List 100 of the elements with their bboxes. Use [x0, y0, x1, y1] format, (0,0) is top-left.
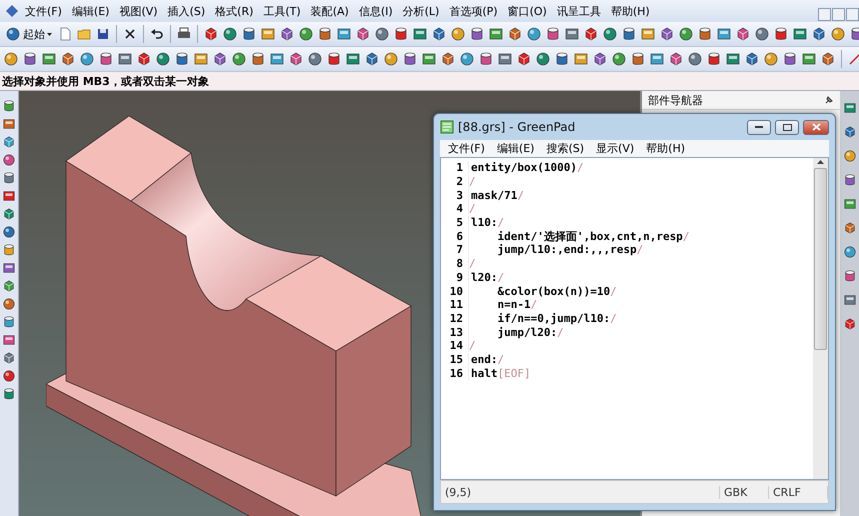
sheet-icon[interactable]: [2, 117, 16, 131]
cube-icon[interactable]: [744, 51, 760, 67]
cube-icon[interactable]: [842, 317, 856, 331]
sphere-icon[interactable]: [307, 51, 323, 67]
menu-item[interactable]: 搜索(S): [540, 141, 590, 156]
cube-icon[interactable]: [203, 26, 219, 42]
sheet-icon[interactable]: [193, 51, 209, 67]
sheet-icon[interactable]: [41, 51, 57, 67]
cube-icon[interactable]: [60, 51, 76, 67]
cube-icon[interactable]: [735, 26, 751, 42]
sheet-icon[interactable]: [801, 51, 817, 67]
sphere-icon[interactable]: [155, 51, 171, 67]
cube-icon[interactable]: [842, 125, 856, 139]
cylinder-icon[interactable]: [554, 51, 570, 67]
cylinder-icon[interactable]: [317, 26, 333, 42]
cube-icon[interactable]: [2, 207, 16, 221]
sheet-icon[interactable]: [842, 197, 856, 211]
menu-item[interactable]: 帮助(H): [640, 141, 692, 156]
cube-icon[interactable]: [2, 279, 16, 293]
sphere-icon[interactable]: [3, 51, 19, 67]
menu-item[interactable]: 格式(R): [210, 4, 258, 18]
sheet-icon[interactable]: [725, 51, 741, 67]
sphere-icon[interactable]: [459, 51, 475, 67]
scroll-thumb[interactable]: [814, 168, 827, 350]
sheet-icon[interactable]: [260, 26, 276, 42]
menu-item[interactable]: 编辑(E): [490, 141, 540, 156]
cylinder-icon[interactable]: [326, 51, 342, 67]
sphere-icon[interactable]: [687, 51, 703, 67]
close-button[interactable]: [803, 120, 829, 134]
sphere-icon[interactable]: [298, 26, 314, 42]
menu-item[interactable]: 讯呈工具: [552, 4, 606, 18]
cylinder-icon[interactable]: [782, 51, 798, 67]
sheet-icon[interactable]: [573, 51, 589, 67]
cylinder-icon[interactable]: [2, 243, 16, 257]
cylinder-icon[interactable]: [842, 173, 856, 187]
cylinder-icon[interactable]: [402, 51, 418, 67]
sphere-icon[interactable]: [231, 51, 247, 67]
cube-icon[interactable]: [288, 51, 304, 67]
cylinder-icon[interactable]: [545, 26, 561, 42]
scroll-up-icon[interactable]: [817, 160, 824, 164]
cube-icon[interactable]: [507, 26, 523, 42]
menu-item[interactable]: 插入(S): [162, 4, 210, 18]
maximize-button[interactable]: [775, 120, 799, 134]
cylinder-icon[interactable]: [697, 26, 713, 42]
cylinder-icon[interactable]: [842, 269, 856, 283]
cylinder-icon[interactable]: [630, 51, 646, 67]
cylinder-icon[interactable]: [250, 51, 266, 67]
scrollbar[interactable]: [813, 158, 828, 479]
menu-item[interactable]: 视图(V): [114, 4, 163, 18]
cylinder-icon[interactable]: [478, 51, 494, 67]
menu-item[interactable]: 装配(A): [306, 4, 354, 18]
sphere-icon[interactable]: [5, 26, 21, 42]
cylinder-icon[interactable]: [393, 26, 409, 42]
cylinder-icon[interactable]: [773, 26, 789, 42]
sheet-icon[interactable]: [640, 26, 656, 42]
sphere-icon[interactable]: [450, 26, 466, 42]
sphere-icon[interactable]: [763, 51, 779, 67]
sphere-icon[interactable]: [602, 26, 618, 42]
sheet-icon[interactable]: [336, 26, 352, 42]
menu-item[interactable]: 分析(L): [398, 4, 444, 18]
sphere-icon[interactable]: [754, 26, 770, 42]
sheet-icon[interactable]: [269, 51, 285, 67]
cube-icon[interactable]: [2, 351, 16, 365]
sheet-icon[interactable]: [412, 26, 428, 42]
minimize-button[interactable]: [747, 120, 771, 134]
cube-icon[interactable]: [811, 26, 827, 42]
menu-item[interactable]: 工具(T): [258, 4, 306, 18]
cube-icon[interactable]: [212, 51, 228, 67]
save-icon[interactable]: [95, 26, 111, 42]
cylinder-icon[interactable]: [2, 315, 16, 329]
start-button[interactable]: 起始: [3, 24, 54, 44]
sphere-icon[interactable]: [383, 51, 399, 67]
sheet-icon[interactable]: [497, 51, 513, 67]
menu-item[interactable]: 首选项(P): [444, 4, 503, 18]
cylinder-icon[interactable]: [2, 387, 16, 401]
cube-icon[interactable]: [842, 221, 856, 235]
sphere-icon[interactable]: [830, 26, 846, 42]
cylinder-icon[interactable]: [621, 26, 637, 42]
cube-icon[interactable]: [2, 135, 16, 149]
cube-icon[interactable]: [364, 51, 380, 67]
sheet-icon[interactable]: [421, 51, 437, 67]
sheet-icon[interactable]: [649, 51, 665, 67]
cube-icon[interactable]: [355, 26, 371, 42]
cylinder-icon[interactable]: [2, 171, 16, 185]
menu-item[interactable]: 编辑(E): [66, 4, 114, 18]
cube-icon[interactable]: [136, 51, 152, 67]
sheet-icon[interactable]: [842, 101, 856, 115]
menu-item[interactable]: 帮助(H): [606, 4, 655, 18]
undo-icon[interactable]: [149, 26, 165, 42]
menu-item[interactable]: 文件(F): [442, 141, 491, 156]
cube-icon[interactable]: [583, 26, 599, 42]
sphere-icon[interactable]: [535, 51, 551, 67]
cylinder-icon[interactable]: [241, 26, 257, 42]
sphere-icon[interactable]: [611, 51, 627, 67]
sheet-icon[interactable]: [792, 26, 808, 42]
cube-icon[interactable]: [516, 51, 532, 67]
sheet-icon[interactable]: [2, 189, 16, 203]
sheet-icon[interactable]: [488, 26, 504, 42]
menu-item[interactable]: 显示(V): [590, 141, 640, 156]
sphere-icon[interactable]: [79, 51, 95, 67]
